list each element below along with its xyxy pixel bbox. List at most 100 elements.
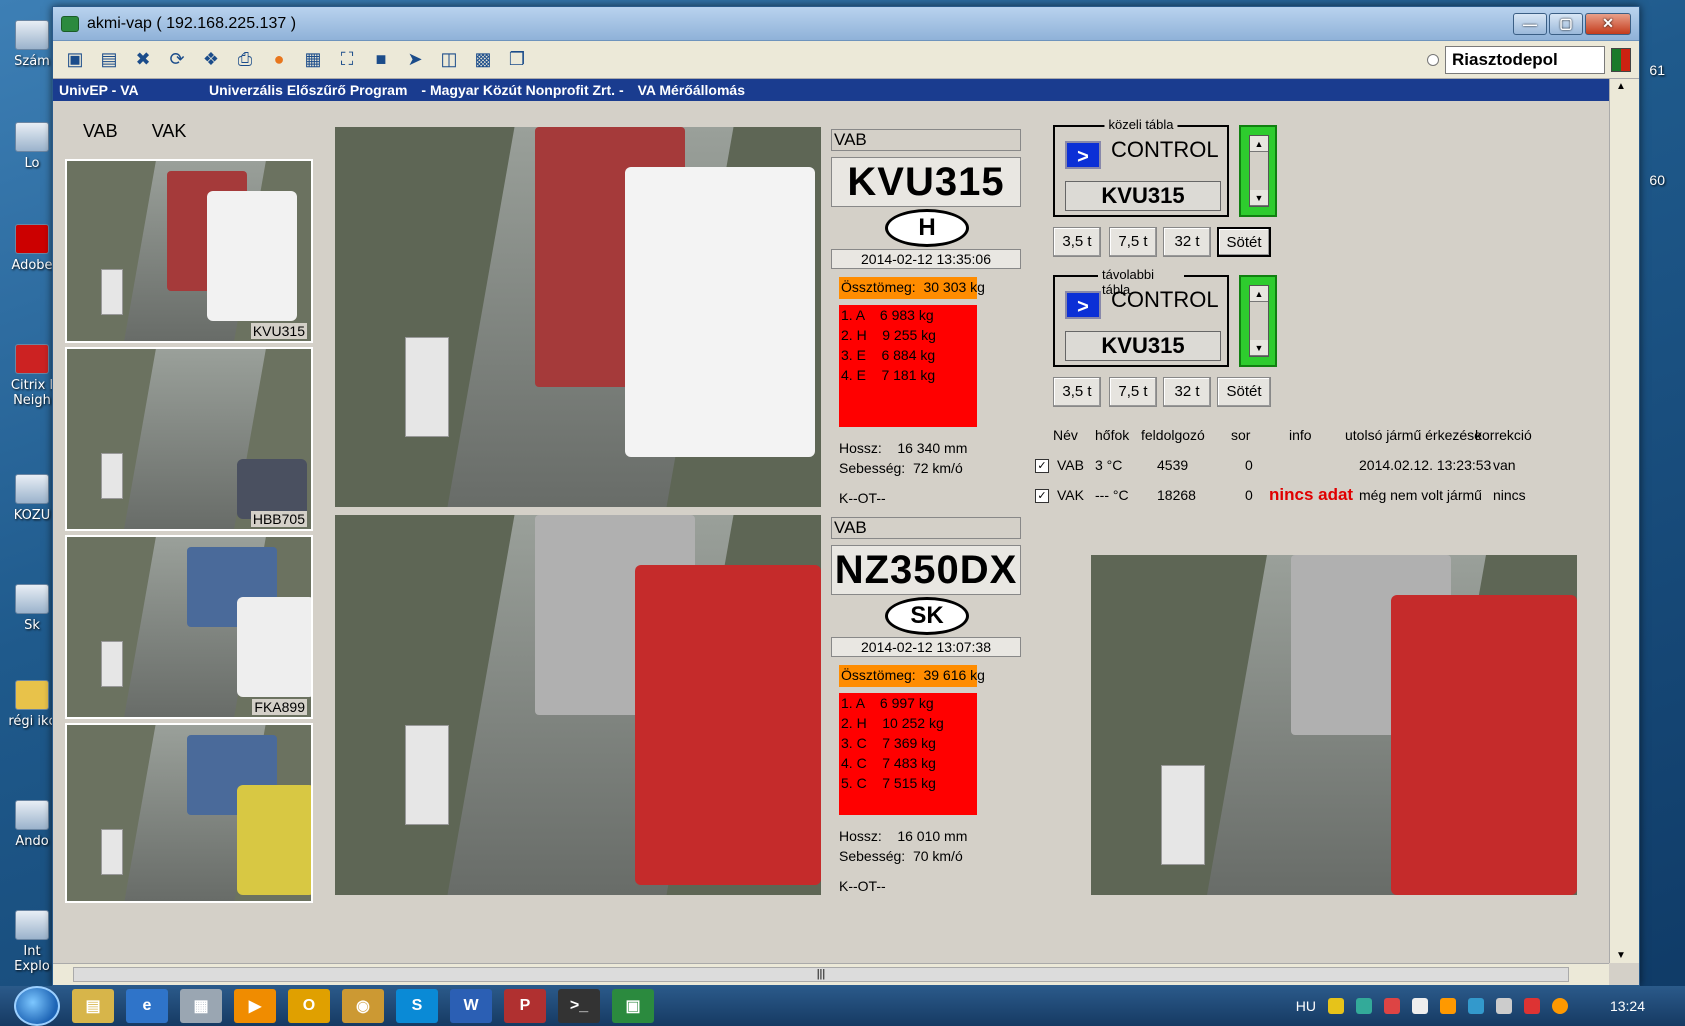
- copy-icon[interactable]: ❐: [503, 46, 531, 74]
- language-indicator[interactable]: HU: [1296, 998, 1316, 1014]
- printer-icon[interactable]: ⎙: [231, 46, 259, 74]
- record-timestamp: 2014-02-12 13:35:06: [831, 249, 1021, 269]
- board-caption: közeli tábla: [1104, 117, 1178, 132]
- scroll-down-icon[interactable]: ▼: [1616, 950, 1626, 961]
- weight-7-5t-button[interactable]: 7,5 t: [1109, 227, 1157, 257]
- internet-explorer-icon: [15, 910, 49, 940]
- scroll-thumb[interactable]: |||: [73, 967, 1569, 982]
- start-button[interactable]: [14, 986, 60, 1026]
- refresh-icon[interactable]: ⟳: [163, 46, 191, 74]
- axle-weight: 5. C 7 515 kg: [841, 775, 936, 791]
- document-icon[interactable]: ◫: [435, 46, 463, 74]
- maximize-button[interactable]: ▢: [1549, 12, 1583, 35]
- record-timestamp: 2014-02-12 13:07:38: [831, 637, 1021, 657]
- row-processor: 18268: [1157, 487, 1196, 503]
- image-icon[interactable]: ▩: [469, 46, 497, 74]
- dark-button[interactable]: Sötét: [1217, 227, 1271, 257]
- scroll-up-icon[interactable]: ▲: [1250, 286, 1268, 302]
- board-scroller[interactable]: ▲ ▼: [1239, 275, 1277, 367]
- tray-icon[interactable]: [1411, 998, 1428, 1014]
- weight-32t-button[interactable]: 32 t: [1163, 377, 1211, 407]
- explorer-taskbar-icon[interactable]: ▤: [72, 989, 114, 1023]
- media-taskbar-icon[interactable]: ▶: [234, 989, 276, 1023]
- axle-weight: 4. C 7 483 kg: [841, 755, 936, 771]
- fullscreen-icon[interactable]: ⛶: [333, 46, 361, 74]
- row-queue: 0: [1245, 457, 1253, 473]
- scroll-up-icon[interactable]: ▲: [1250, 136, 1268, 152]
- windows-icon[interactable]: ▤: [95, 46, 123, 74]
- col-processor: feldolgozó: [1141, 427, 1205, 443]
- tray-icon[interactable]: [1355, 998, 1372, 1014]
- update-icon[interactable]: [1551, 998, 1568, 1014]
- akmi-vap-taskbar-icon[interactable]: ▣: [612, 989, 654, 1023]
- volume-icon[interactable]: [1523, 998, 1540, 1014]
- lane-tab-vab[interactable]: VAB: [83, 121, 118, 142]
- chrome-taskbar-icon[interactable]: ◉: [342, 989, 384, 1023]
- scroll-down-icon[interactable]: ▼: [1250, 190, 1268, 206]
- shortcut-icon: [15, 800, 49, 830]
- minimize-button[interactable]: —: [1513, 12, 1547, 35]
- weight-32t-button[interactable]: 32 t: [1163, 227, 1211, 257]
- profile-select[interactable]: Riasztodepol: [1445, 45, 1605, 74]
- thumbnail[interactable]: KVU315: [65, 159, 313, 343]
- thumbnail[interactable]: HBB705: [65, 347, 313, 531]
- thumbnail[interactable]: [65, 723, 313, 903]
- axle-weight: 1. A 6 997 kg: [841, 695, 934, 711]
- lane-checkbox[interactable]: ✓: [1035, 459, 1049, 473]
- program-name: Univerzális Előszűrő Program: [209, 82, 408, 98]
- axle-weight: 3. E 6 884 kg: [841, 347, 936, 363]
- windows-logo-icon[interactable]: ❖: [197, 46, 225, 74]
- alert-icon[interactable]: ●: [265, 46, 293, 74]
- lane-tab-vak[interactable]: VAK: [152, 121, 187, 142]
- thumbnail[interactable]: FKA899: [65, 535, 313, 719]
- shortcut-icon: [15, 584, 49, 614]
- clock[interactable]: 13:24: [1610, 998, 1645, 1014]
- window-title: akmi-vap ( 192.168.225.137 ): [87, 14, 297, 32]
- profile-radio[interactable]: [1427, 53, 1439, 66]
- word-taskbar-icon[interactable]: W: [450, 989, 492, 1023]
- network-icon[interactable]: ▦: [299, 46, 327, 74]
- taskbar: ▤ e ▦ ▶ O ◉ S W P >_ ▣ HU 13:24: [0, 986, 1685, 1026]
- cmd-taskbar-icon[interactable]: >_: [558, 989, 600, 1023]
- desktop-icon-label: Adobe: [11, 258, 53, 273]
- export-icon[interactable]: ➤: [401, 46, 429, 74]
- lane-checkbox[interactable]: ✓: [1035, 489, 1049, 503]
- horizontal-scrollbar[interactable]: |||: [53, 963, 1609, 985]
- skype-taskbar-icon[interactable]: S: [396, 989, 438, 1023]
- ie-taskbar-icon[interactable]: e: [126, 989, 168, 1023]
- network-icon[interactable]: [1467, 998, 1484, 1014]
- axle-weight: 3. C 7 369 kg: [841, 735, 936, 751]
- axle-weight: 1. A 6 983 kg: [841, 307, 934, 323]
- camera-image-2[interactable]: [335, 515, 821, 895]
- title-bar[interactable]: akmi-vap ( 192.168.225.137 ) — ▢ ✕: [53, 7, 1639, 41]
- row-info: nincs adat: [1269, 485, 1354, 504]
- vertical-scrollbar[interactable]: ▲ ▼: [1609, 79, 1639, 963]
- outlook-taskbar-icon[interactable]: O: [288, 989, 330, 1023]
- row-correction: van: [1493, 457, 1516, 473]
- record-lane: VAB: [831, 517, 1021, 539]
- row-queue: 0: [1245, 487, 1253, 503]
- row-temp: 3 °C: [1095, 457, 1123, 473]
- close-button[interactable]: ✕: [1585, 12, 1631, 35]
- license-plate: NZ350DX: [831, 545, 1021, 595]
- tools-icon[interactable]: ✖: [129, 46, 157, 74]
- board-scroller[interactable]: ▲ ▼: [1239, 125, 1277, 217]
- scroll-up-icon[interactable]: ▲: [1616, 81, 1626, 92]
- app-taskbar-icon[interactable]: P: [504, 989, 546, 1023]
- dark-button[interactable]: Sötét: [1217, 377, 1271, 407]
- tray-icon[interactable]: [1327, 998, 1344, 1014]
- camera-image-1[interactable]: [335, 127, 821, 507]
- tray-icon[interactable]: [1383, 998, 1400, 1014]
- monitor-icon[interactable]: ▣: [61, 46, 89, 74]
- weight-3-5t-button[interactable]: 3,5 t: [1053, 227, 1101, 257]
- tray-icon[interactable]: [1439, 998, 1456, 1014]
- weight-3-5t-button[interactable]: 3,5 t: [1053, 377, 1101, 407]
- scroll-down-icon[interactable]: ▼: [1250, 340, 1268, 356]
- organization-name: - Magyar Közút Nonprofit Zrt. -: [421, 82, 624, 98]
- camera-image-detail[interactable]: [1091, 555, 1577, 895]
- calculator-taskbar-icon[interactable]: ▦: [180, 989, 222, 1023]
- display-icon[interactable]: ■: [367, 46, 395, 74]
- weight-7-5t-button[interactable]: 7,5 t: [1109, 377, 1157, 407]
- flag-icon[interactable]: [1495, 998, 1512, 1014]
- desktop-icon-label: Int Explo: [14, 944, 50, 974]
